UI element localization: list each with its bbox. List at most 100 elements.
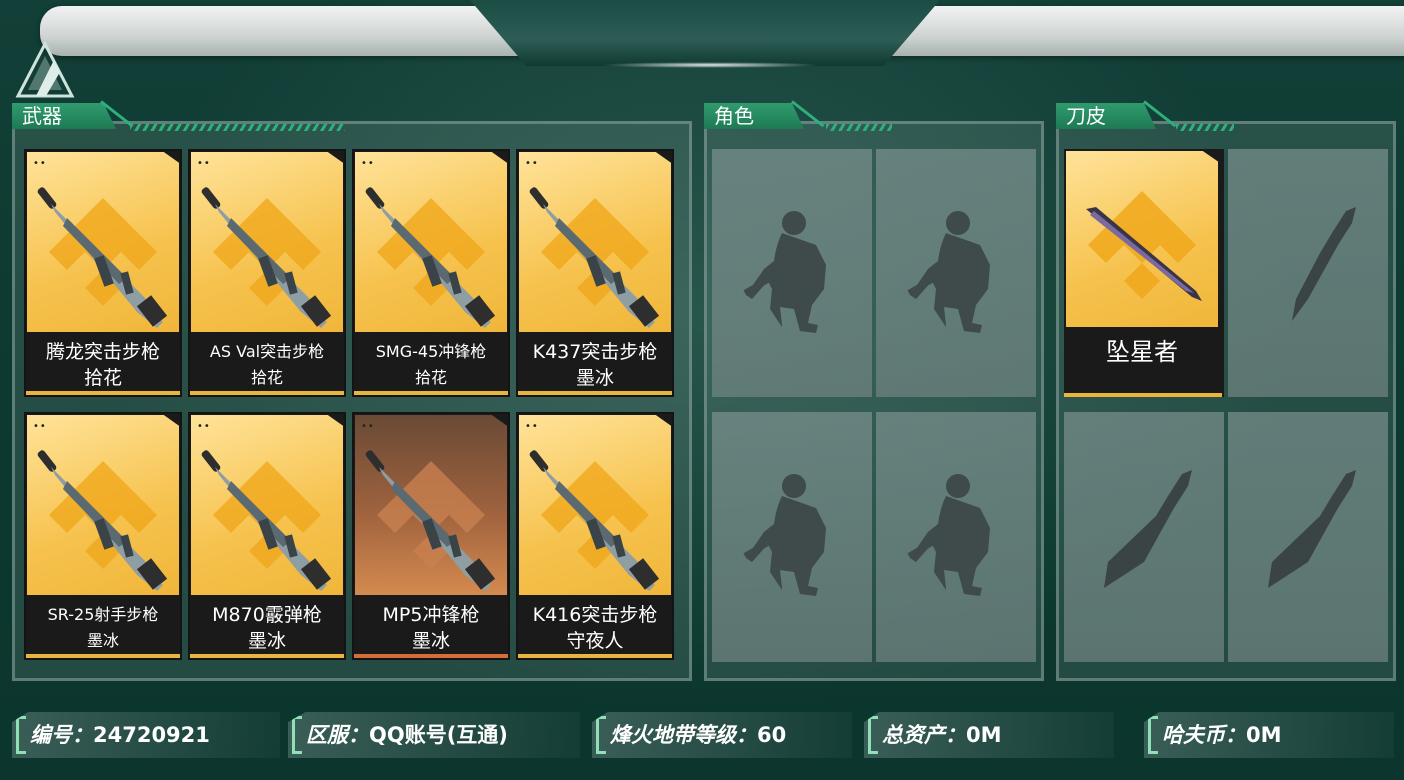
weapon-card-art: •• xyxy=(355,152,507,332)
weapon-icon xyxy=(365,187,496,328)
server-field: 区服：QQ账号(互通) xyxy=(288,712,580,758)
weapon-card-underline xyxy=(518,391,672,395)
top-notch xyxy=(470,0,940,66)
weapon-skin: 墨冰 xyxy=(247,630,286,652)
weapon-card-underline xyxy=(190,654,344,658)
weapon-skin: 拾花 xyxy=(414,368,447,387)
weapon-card-art: •• xyxy=(191,415,343,595)
level-field: 烽火地带等级：60 xyxy=(592,712,852,758)
weapon-icon xyxy=(365,450,496,591)
character-slot[interactable] xyxy=(712,149,872,397)
weapon-card[interactable]: •• K416突击步枪 守夜人 xyxy=(516,412,674,660)
weapon-card[interactable]: •• SR-25射手步枪 墨冰 xyxy=(24,412,182,660)
weapon-skin: 墨冰 xyxy=(575,367,614,389)
weapon-name: SR-25射手步枪 xyxy=(47,605,159,624)
weapon-name: AS Val突击步枪 xyxy=(209,342,325,361)
weapon-card[interactable]: •• 腾龙突击步枪 拾花 xyxy=(24,149,182,397)
knife-icon xyxy=(1086,207,1202,301)
weapon-card-underline xyxy=(354,654,508,658)
weapon-skin: 守夜人 xyxy=(566,630,624,652)
top-glow xyxy=(600,62,820,68)
weapon-name: K416突击步枪 xyxy=(532,604,658,626)
game-account-showcase: 武器 •• 腾龙突击步枪 拾花 •• AS Val突击步枪 拾花 •• SMG-45冲锋枪 拾花… xyxy=(0,0,1404,780)
weapon-card-art: •• xyxy=(355,415,507,595)
weapon-icon xyxy=(37,187,168,328)
weapon-icon xyxy=(529,187,660,328)
currency-label: 哈夫币： xyxy=(1162,723,1246,747)
knife-slot[interactable] xyxy=(1064,412,1224,662)
knives-title-stripe xyxy=(1176,124,1234,131)
knife-silhouette-icon xyxy=(1104,470,1192,588)
character-slot[interactable] xyxy=(712,412,872,662)
characters-section-title: 角色 xyxy=(704,103,804,129)
total-assets-label: 总资产： xyxy=(882,723,966,747)
account-id-value: 24720921 xyxy=(93,723,210,747)
weapon-name: 腾龙突击步枪 xyxy=(45,341,160,363)
weapon-card[interactable]: •• MP5冲锋枪 墨冰 xyxy=(352,412,510,660)
weapon-name: MP5冲锋枪 xyxy=(382,604,480,626)
weapon-label: AS Val突击步枪 拾花 xyxy=(190,339,344,391)
info-bracket xyxy=(1148,716,1158,754)
total-assets-value: 0M xyxy=(966,723,1002,747)
weapon-label: K416突击步枪 守夜人 xyxy=(518,602,672,654)
weapon-skin: 拾花 xyxy=(250,368,283,387)
weapon-card-underline xyxy=(354,391,508,395)
knife-silhouette-icon xyxy=(1292,207,1356,321)
weapon-card[interactable]: •• K437突击步枪 墨冰 xyxy=(516,149,674,397)
knife-card[interactable]: 坠星者 xyxy=(1064,149,1224,397)
weapons-title-stripe xyxy=(130,124,345,131)
character-slot[interactable] xyxy=(876,412,1036,662)
info-bracket xyxy=(596,716,606,754)
currency-value: 0M xyxy=(1246,723,1282,747)
weapon-label: 腾龙突击步枪 拾花 xyxy=(26,339,180,391)
weapon-icon xyxy=(201,187,332,328)
knife-slot[interactable] xyxy=(1228,149,1388,397)
info-bracket xyxy=(16,716,26,754)
weapon-icon xyxy=(37,450,168,591)
info-bracket xyxy=(868,716,878,754)
weapon-card-art: •• xyxy=(519,415,671,595)
weapon-card[interactable]: •• M870霰弹枪 墨冰 xyxy=(188,412,346,660)
total-assets-field: 总资产：0M xyxy=(864,712,1114,758)
weapon-card[interactable]: •• SMG-45冲锋枪 拾花 xyxy=(352,149,510,397)
currency-field: 哈夫币：0M xyxy=(1144,712,1394,758)
account-id-label: 编号： xyxy=(30,723,93,747)
weapon-card-art: •• xyxy=(27,152,179,332)
weapon-card-art: •• xyxy=(191,152,343,332)
weapon-label: MP5冲锋枪 墨冰 xyxy=(354,602,508,654)
character-slot[interactable] xyxy=(876,149,1036,397)
weapon-card-art: •• xyxy=(27,415,179,595)
soldier-silhouette-icon xyxy=(907,211,990,333)
weapon-icon xyxy=(529,450,660,591)
weapon-name: M870霰弹枪 xyxy=(212,604,322,626)
level-label: 烽火地带等级： xyxy=(610,723,757,747)
knives-section-title: 刀皮 xyxy=(1056,103,1156,129)
weapon-card-underline xyxy=(26,654,180,658)
weapon-label: SMG-45冲锋枪 拾花 xyxy=(354,339,508,391)
characters-title-stripe xyxy=(826,124,892,131)
weapon-skin: 拾花 xyxy=(83,367,122,389)
knife-card-art xyxy=(1066,151,1218,327)
knife-slot[interactable] xyxy=(1228,412,1388,662)
soldier-silhouette-icon xyxy=(907,474,990,596)
weapon-icon xyxy=(201,450,332,591)
game-logo-icon xyxy=(15,40,75,98)
weapon-label: SR-25射手步枪 墨冰 xyxy=(26,602,180,654)
weapon-name: K437突击步枪 xyxy=(532,341,658,363)
weapon-card-underline xyxy=(190,391,344,395)
server-value: QQ账号(互通) xyxy=(369,723,508,747)
account-id-field: 编号：24720921 xyxy=(12,712,280,758)
weapon-label: K437突击步枪 墨冰 xyxy=(518,339,672,391)
soldier-silhouette-icon xyxy=(743,474,826,596)
weapon-card[interactable]: •• AS Val突击步枪 拾花 xyxy=(188,149,346,397)
weapon-name: SMG-45冲锋枪 xyxy=(375,342,487,361)
info-bracket xyxy=(292,716,302,754)
level-value: 60 xyxy=(757,723,787,747)
weapon-card-art: •• xyxy=(519,152,671,332)
knife-name: 坠星者 xyxy=(1106,338,1178,366)
weapons-section-title: 武器 xyxy=(12,103,116,129)
weapon-card-underline xyxy=(26,391,180,395)
knife-card-underline xyxy=(1064,393,1222,397)
soldier-silhouette-icon xyxy=(743,211,826,333)
weapon-label: M870霰弹枪 墨冰 xyxy=(190,602,344,654)
